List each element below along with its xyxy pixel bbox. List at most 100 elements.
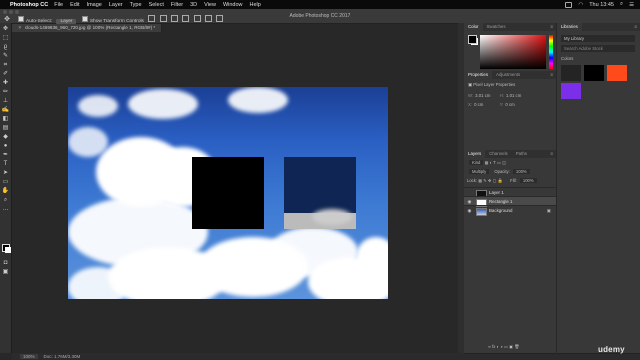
zoom-window-button[interactable] <box>15 10 19 14</box>
menu-type[interactable]: Type <box>130 2 142 8</box>
library-search-input[interactable]: Search Adobe Stock <box>561 45 635 52</box>
crop-tool-icon[interactable]: ⌗ <box>2 61 10 69</box>
layer-row[interactable]: ◉ Background ▣ <box>464 205 556 216</box>
screen-mode-icon[interactable]: ▣ <box>2 268 10 276</box>
fill-field[interactable]: 100% <box>519 178 537 183</box>
align-bottom-icon[interactable] <box>170 14 178 22</box>
opacity-field[interactable]: 100% <box>512 169 530 174</box>
clouds-image[interactable] <box>68 87 388 299</box>
align-middle-icon[interactable] <box>159 14 167 22</box>
move-tool-icon[interactable]: ✥ <box>2 25 10 33</box>
x-field[interactable]: 0 cm <box>474 102 483 107</box>
transform-checkbox[interactable] <box>81 15 88 22</box>
move-tool-icon[interactable]: ✥ <box>0 15 14 23</box>
rectangle-1-shape[interactable] <box>192 157 264 229</box>
type-tool-icon[interactable]: T <box>2 160 10 168</box>
auto-select-dropdown[interactable]: Layer <box>56 18 77 24</box>
menu-filter[interactable]: Filter <box>171 2 183 8</box>
distribute-icon[interactable] <box>216 14 224 22</box>
notification-icon[interactable]: ☰ <box>629 2 634 8</box>
app-menu[interactable]: Photoshop CC <box>10 2 48 8</box>
minimize-window-button[interactable] <box>9 10 13 14</box>
h-field[interactable]: 1.01 cm <box>506 93 521 98</box>
tab-paths[interactable]: Paths <box>512 150 531 158</box>
lock-icons[interactable]: ▦ ✎ ✥ ▢ 🔒 <box>478 178 503 183</box>
w-field[interactable]: 3.01 cm <box>475 93 490 98</box>
color-field[interactable] <box>480 35 546 69</box>
lasso-tool-icon[interactable]: ϱ <box>2 43 10 51</box>
properties-subtitle: Pixel Layer Properties <box>473 82 516 87</box>
menu-select[interactable]: Select <box>149 2 164 8</box>
spotlight-icon[interactable]: ⌕ <box>620 1 623 8</box>
layer-footer-icons[interactable]: ∞ fx ◐ ◑ ▭ ▣ 🗑 <box>488 344 520 350</box>
tab-channels[interactable]: Channels <box>485 150 512 158</box>
menu-layer[interactable]: Layer <box>109 2 123 8</box>
tab-swatches[interactable]: Swatches <box>483 23 510 31</box>
library-dropdown[interactable]: My Library <box>561 35 635 42</box>
menu-view[interactable]: View <box>204 2 216 8</box>
menu-image[interactable]: Image <box>87 2 102 8</box>
tab-color[interactable]: Color <box>464 23 483 31</box>
panel-menu-icon[interactable]: ≡ <box>550 72 553 77</box>
menu-3d[interactable]: 3D <box>190 2 197 8</box>
align-left-icon[interactable] <box>182 14 190 22</box>
library-color-swatch[interactable] <box>561 83 581 99</box>
tab-adjustments[interactable]: Adjustments <box>492 71 524 79</box>
panel-menu-icon[interactable]: ≡ <box>550 24 553 29</box>
path-select-icon[interactable]: ➤ <box>2 169 10 177</box>
wifi-icon[interactable]: ◠ <box>578 2 583 8</box>
layer-name[interactable]: Background <box>489 206 512 215</box>
library-color-swatch[interactable] <box>561 65 581 81</box>
eyedropper-icon[interactable]: ✐ <box>2 70 10 78</box>
menu-help[interactable]: Help <box>250 2 261 8</box>
tab-libraries[interactable]: Libraries <box>557 23 582 31</box>
panel-menu-icon[interactable]: ≡ <box>550 151 553 156</box>
menu-bar: Photoshop CC File Edit Image Layer Type … <box>0 0 640 9</box>
kind-filter-dropdown[interactable]: Kind <box>469 160 484 165</box>
udemy-watermark: udemy <box>598 345 625 354</box>
menu-edit[interactable]: Edit <box>70 2 79 8</box>
tab-layers[interactable]: Layers <box>464 150 486 158</box>
document-tab[interactable]: ✕ clouds-1469836_960_720.jpg @ 100% (Rect… <box>12 24 163 32</box>
align-right-icon[interactable] <box>205 14 213 22</box>
eye-icon[interactable]: ◉ <box>467 206 472 215</box>
close-document-icon[interactable]: ✕ <box>18 25 22 30</box>
filter-icons[interactable]: ▦ ◐ T ▭ ◫ <box>485 160 506 165</box>
blend-mode-dropdown[interactable]: Multiply <box>469 169 490 174</box>
rectangle-tool-icon[interactable]: ▭ <box>2 178 10 186</box>
quick-mask-icon[interactable]: ◘ <box>2 259 10 267</box>
y-field[interactable]: 0 cm <box>505 102 514 107</box>
auto-select-checkbox[interactable] <box>18 15 24 22</box>
panel-menu-icon[interactable]: ≡ <box>634 24 637 29</box>
pen-tool-icon[interactable]: ✒ <box>2 151 10 159</box>
more-tools-icon[interactable]: … <box>2 205 10 213</box>
battery-icon[interactable] <box>565 1 573 8</box>
marquee-tool-icon[interactable]: ⬚ <box>2 34 10 42</box>
align-top-icon[interactable] <box>148 14 156 22</box>
align-center-icon[interactable] <box>193 14 201 22</box>
hue-slider[interactable] <box>549 35 553 69</box>
tab-properties[interactable]: Properties <box>464 71 493 79</box>
blur-tool-icon[interactable]: ◆ <box>2 133 10 141</box>
library-color-swatch[interactable] <box>607 65 627 81</box>
menu-window[interactable]: Window <box>223 2 243 8</box>
healing-brush-icon[interactable]: ✚ <box>2 79 10 87</box>
lock-icon[interactable]: ▣ <box>547 206 551 215</box>
clock[interactable]: Thu 13:45 <box>589 2 614 8</box>
close-window-button[interactable] <box>3 10 7 14</box>
history-brush-icon[interactable]: ✍ <box>2 106 10 114</box>
clone-stamp-icon[interactable]: ⊥ <box>2 97 10 105</box>
dodge-tool-icon[interactable]: ● <box>2 142 10 150</box>
brush-tool-icon[interactable]: ✏ <box>2 88 10 96</box>
fg-swatch[interactable] <box>468 35 477 44</box>
zoom-tool-icon[interactable]: ⌕ <box>2 196 10 204</box>
eraser-tool-icon[interactable]: ◧ <box>2 115 10 123</box>
hand-tool-icon[interactable]: ✋ <box>2 187 10 195</box>
multiplied-rectangle[interactable] <box>284 157 356 229</box>
quick-select-icon[interactable]: ✎ <box>2 52 10 60</box>
library-color-swatch[interactable] <box>584 65 604 81</box>
gradient-tool-icon[interactable]: ▤ <box>2 124 10 132</box>
zoom-level[interactable]: 100% <box>20 354 38 359</box>
menu-file[interactable]: File <box>54 2 63 8</box>
background-color-swatch[interactable] <box>4 246 11 253</box>
